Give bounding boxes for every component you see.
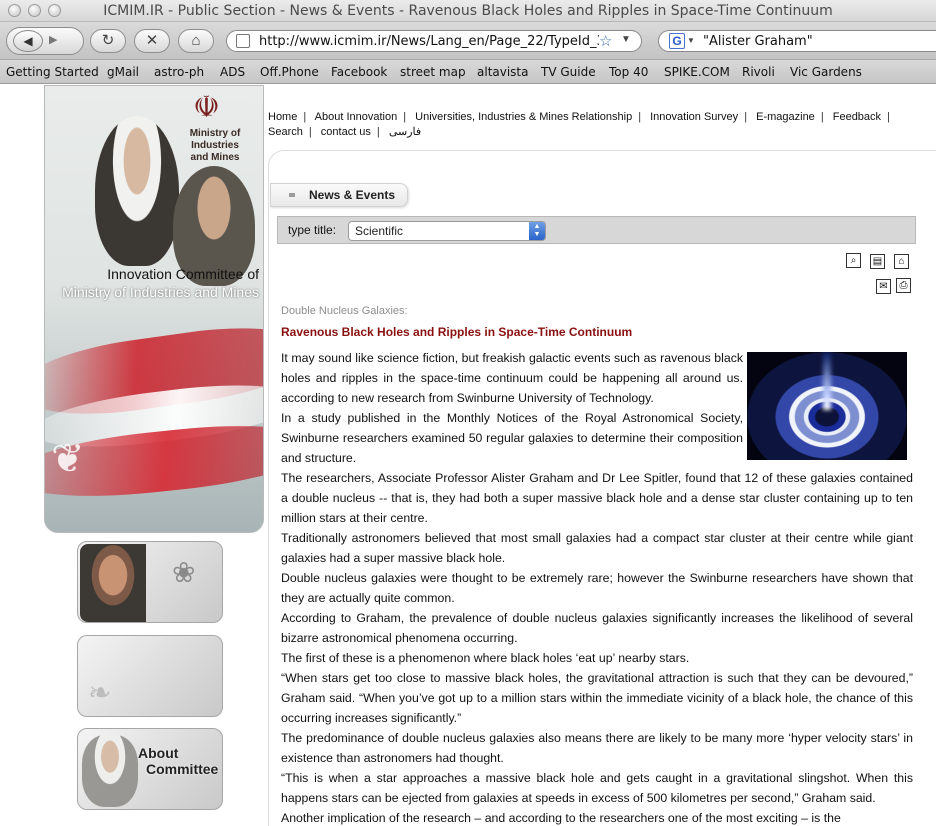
bookmark-item[interactable]: Top 40 (609, 65, 648, 79)
committee-banner: ☫ Ministry of Industries and Mines Innov… (44, 85, 264, 533)
print-icon[interactable]: ▤ (870, 254, 885, 269)
floral-ornament-icon: ❦ (51, 437, 85, 481)
select-arrows-icon[interactable]: ▲ ▼ (529, 222, 545, 240)
article-paragraph: Another implication of the research – an… (281, 811, 841, 825)
article-paragraph: Traditionally astronomers believed that … (281, 531, 913, 565)
ministry-label: Ministry of Industries and Mines (189, 128, 241, 163)
select-value: Scientific (355, 224, 404, 238)
nav-about-innovation[interactable]: About Innovation (315, 111, 398, 123)
empty-box[interactable]: ❧ (77, 635, 223, 717)
iran-emblem-icon: ☫ (193, 90, 220, 125)
reload-button[interactable]: ↻ (90, 29, 126, 53)
committee-subtitle: Ministry of Industries and Mines (62, 284, 259, 300)
article-paragraph: The first of these is a phenomenon where… (281, 651, 690, 665)
bookmark-item[interactable]: Facebook (331, 65, 387, 79)
article-paragraph: Double nucleus galaxies were thought to … (281, 571, 913, 605)
article-paragraph: “This is when a star approaches a massiv… (281, 771, 913, 805)
bookmark-item[interactable]: street map (400, 65, 466, 79)
article-body: It may sound like science fiction, but f… (281, 348, 913, 826)
bookmark-item[interactable]: astro-ph (154, 65, 204, 79)
article-paragraph: According to Graham, the prevalence of d… (281, 611, 913, 645)
page-icon (236, 34, 250, 48)
bookmark-item[interactable]: altavista (477, 65, 529, 79)
article-paragraph: The predominance of double nucleus galax… (281, 731, 913, 765)
bookmark-item[interactable]: Getting Started (6, 65, 99, 79)
search-icon[interactable]: ⌕ (846, 253, 861, 268)
article-category: Double Nucleus Galaxies: (281, 305, 408, 317)
about-committee-button[interactable]: About Committee (77, 728, 223, 810)
nav-home[interactable]: Home (268, 111, 297, 123)
article-paragraph: “When stars get too close to massive bla… (281, 671, 913, 725)
mail-icon[interactable]: ✉ (876, 279, 891, 294)
article-paragraph: In a study published in the Monthly Noti… (281, 411, 743, 465)
site-navigation: Home | About Innovation | Universities, In… (268, 111, 890, 138)
home-icon[interactable]: ⌂ (894, 254, 909, 269)
nav-universities[interactable]: Universities, Industries & Mines Relatio… (415, 111, 632, 123)
minister-box[interactable]: ❀ (77, 541, 223, 623)
article-headline: Ravenous Black Holes and Ripples in Spac… (281, 325, 633, 339)
window-titlebar: ICMIM.IR - Public Section - News & Event… (0, 0, 936, 22)
floral-ornament-icon: ❀ (172, 557, 196, 588)
section-tab: News & Events (270, 183, 408, 207)
search-input[interactable]: "Alister Graham" (703, 34, 813, 49)
nav-innovation-survey[interactable]: Innovation Survey (650, 111, 738, 123)
filter-label: type title: (288, 223, 337, 237)
nav-feedback[interactable]: Feedback (833, 111, 881, 123)
bookmark-item[interactable]: Vic Gardens (790, 65, 862, 79)
filter-bar: type title: Scientific ▲ ▼ (277, 216, 916, 244)
back-forward-group: ◀ ▶ (6, 27, 84, 55)
committee-title: Innovation Committee of (107, 266, 259, 282)
bookmark-item[interactable]: SPIKE.COM (664, 65, 730, 79)
nav-persian[interactable]: فارسی (389, 126, 421, 138)
url-text[interactable]: http://www.icmim.ir/News/Lang_en/Page_22… (259, 34, 599, 49)
bookmark-item[interactable]: Rivoli (742, 65, 775, 79)
article-paragraph: The researchers, Associate Professor Ali… (281, 471, 913, 525)
browser-toolbar: ◀ ▶ ↻ ✕ ⌂ http://www.icmim.ir/News/Lang_… (0, 22, 936, 60)
bookmark-item[interactable]: gMail (107, 65, 139, 79)
forward-button[interactable]: ▶ (49, 33, 57, 46)
window-title: ICMIM.IR - Public Section - News & Event… (103, 3, 833, 19)
bookmark-item[interactable]: TV Guide (541, 65, 596, 79)
bullet-icon (289, 193, 295, 197)
floral-ornament-icon: ❧ (88, 677, 112, 708)
type-title-select[interactable]: Scientific ▲ ▼ (348, 221, 546, 241)
search-engine-icon[interactable]: G (669, 33, 685, 49)
nav-e-magazine[interactable]: E-magazine (756, 111, 815, 123)
address-bar[interactable]: http://www.icmim.ir/News/Lang_en/Page_22… (226, 30, 642, 52)
section-title: News & Events (309, 188, 396, 202)
bookmark-star-icon[interactable]: ☆ (599, 32, 612, 50)
url-dropdown-icon[interactable]: ▼ (621, 34, 631, 45)
bookmark-item[interactable]: ADS (220, 65, 245, 79)
about-committee-label: About Committee (138, 745, 219, 777)
minister-photo (80, 544, 146, 622)
article-paragraph: It may sound like science fiction, but f… (281, 351, 743, 405)
search-bar[interactable]: G ▼ "Alister Graham" (658, 30, 936, 52)
home-button[interactable]: ⌂ (178, 29, 214, 53)
leader-photo (82, 735, 138, 807)
back-button[interactable]: ◀ (13, 30, 43, 52)
search-engine-dropdown-icon[interactable]: ▼ (687, 36, 695, 45)
printer-icon[interactable]: ⎙ (896, 278, 911, 293)
nav-search[interactable]: Search (268, 126, 303, 138)
nav-contact-us[interactable]: contact us (321, 126, 371, 138)
bookmark-item[interactable]: Off.Phone (260, 65, 319, 79)
web-page: ☫ Ministry of Industries and Mines Innov… (0, 85, 936, 826)
bookmarks-bar: Getting Started gMail astro-ph ADS Off.P… (0, 60, 936, 84)
stop-button[interactable]: ✕ (134, 29, 170, 53)
